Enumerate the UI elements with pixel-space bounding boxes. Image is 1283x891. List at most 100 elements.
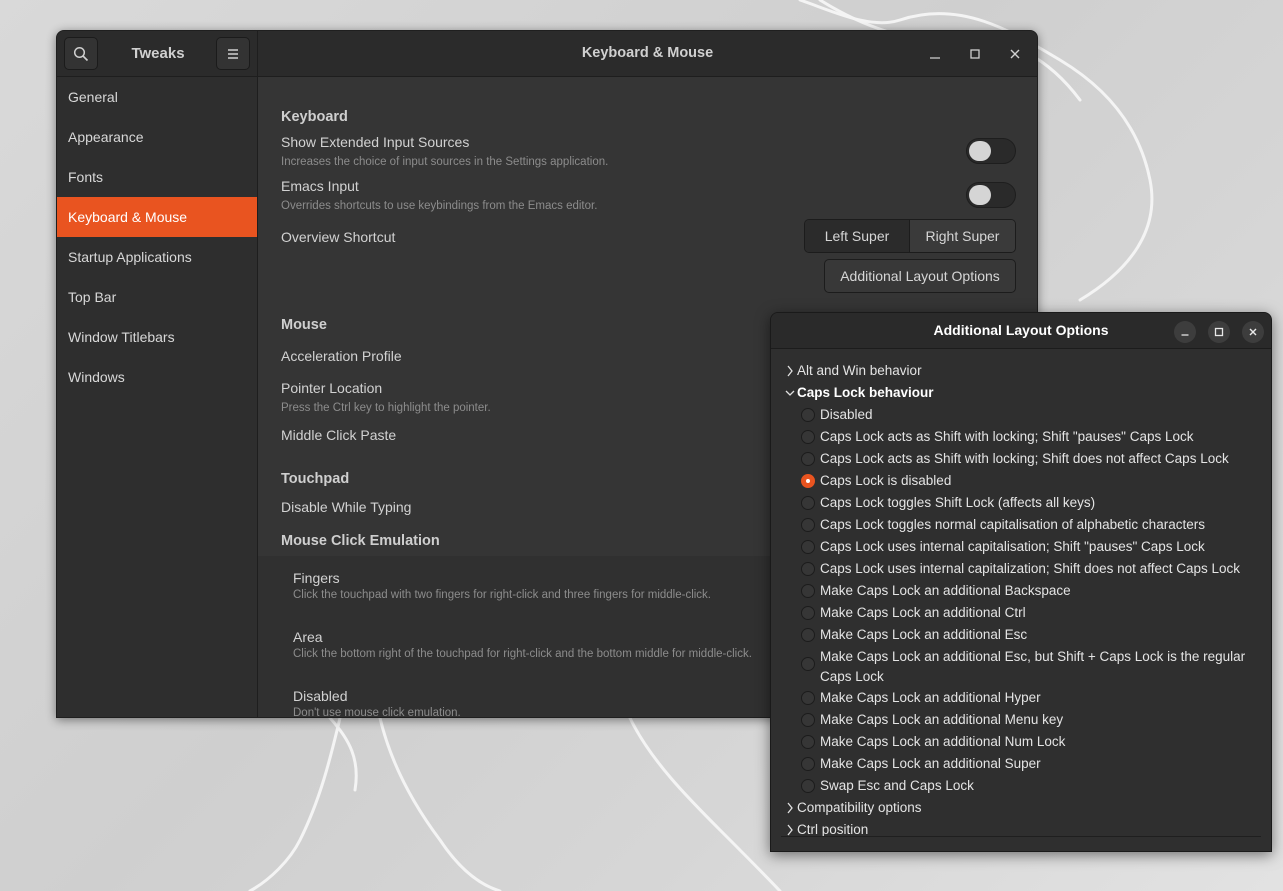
menu-button[interactable]	[216, 37, 250, 70]
sidebar-item-startup-applications[interactable]: Startup Applications	[57, 237, 257, 277]
category-ctrl-position[interactable]: Ctrl position	[771, 819, 1271, 841]
sidebar-item-keyboard-mouse[interactable]: Keyboard & Mouse	[57, 197, 257, 237]
right-super-button[interactable]: Right Super	[910, 220, 1015, 252]
caps-option[interactable]: Make Caps Lock an additional Esc, but Sh…	[771, 646, 1271, 687]
caps-option[interactable]: Make Caps Lock an additional Hyper	[771, 687, 1271, 709]
radio-button[interactable]	[801, 452, 815, 466]
close-button[interactable]	[1005, 44, 1025, 64]
category-compatibility-options[interactable]: Compatibility options	[771, 797, 1271, 819]
sidebar-item-fonts[interactable]: Fonts	[57, 157, 257, 197]
sidebar: General Appearance Fonts Keyboard & Mous…	[57, 77, 258, 717]
option-label: Caps Lock uses internal capitalisation; …	[820, 539, 1205, 554]
radio-button-selected[interactable]	[801, 474, 815, 488]
dialog-maximize-button[interactable]	[1208, 321, 1230, 343]
caps-option[interactable]: Caps Lock toggles normal capitalisation …	[771, 514, 1271, 536]
maximize-icon	[970, 49, 980, 59]
minimize-button[interactable]	[925, 44, 945, 64]
additional-layout-options-button[interactable]: Additional Layout Options	[824, 259, 1016, 293]
toggle-knob	[969, 141, 991, 161]
mouse-click-emulation-title: Mouse Click Emulation	[281, 533, 440, 549]
dialog-title: Additional Layout Options	[933, 322, 1109, 338]
category-label: Caps Lock behaviour	[797, 385, 934, 400]
option-label: Caps Lock toggles normal capitalisation …	[820, 517, 1205, 532]
option-label: Caps Lock acts as Shift with locking; Sh…	[820, 429, 1194, 444]
radio-button[interactable]	[801, 657, 815, 671]
option-label: Make Caps Lock an additional Backspace	[820, 583, 1071, 598]
additional-layout-options-dialog: Additional Layout Options Alt and Win be…	[770, 312, 1272, 852]
radio-button[interactable]	[801, 691, 815, 705]
radio-button[interactable]	[801, 496, 815, 510]
sidebar-item-window-titlebars[interactable]: Window Titlebars	[57, 317, 257, 357]
caps-option[interactable]: Swap Esc and Caps Lock	[771, 775, 1271, 797]
option-label: Caps Lock is disabled	[820, 473, 952, 488]
emulation-option-fingers[interactable]: Fingers Click the touchpad with two fing…	[293, 570, 813, 620]
caps-option[interactable]: Make Caps Lock an additional Backspace	[771, 580, 1271, 602]
extended-input-label: Show Extended Input Sources	[281, 134, 470, 150]
option-label: Caps Lock toggles Shift Lock (affects al…	[820, 495, 1096, 510]
caps-option[interactable]: Caps Lock uses internal capitalisation; …	[771, 536, 1271, 558]
emacs-input-toggle[interactable]	[966, 182, 1016, 208]
radio-button[interactable]	[801, 779, 815, 793]
acceleration-profile-label: Acceleration Profile	[281, 348, 402, 364]
option-label: Swap Esc and Caps Lock	[820, 778, 974, 793]
sidebar-headerbar: Tweaks	[57, 31, 258, 77]
emulation-option-disabled[interactable]: Disabled Don't use mouse click emulation…	[293, 688, 813, 717]
pointer-location-label: Pointer Location	[281, 380, 383, 396]
radio-button[interactable]	[801, 562, 815, 576]
extended-input-description: Increases the choice of input sources in…	[281, 156, 609, 168]
close-icon	[1010, 49, 1020, 59]
option-label: Caps Lock acts as Shift with locking; Sh…	[820, 451, 1229, 466]
option-label: Make Caps Lock an additional Menu key	[820, 712, 1064, 727]
maximize-icon	[1214, 327, 1224, 337]
search-button[interactable]	[64, 37, 98, 70]
radio-button[interactable]	[801, 735, 815, 749]
sidebar-item-top-bar[interactable]: Top Bar	[57, 277, 257, 317]
radio-button[interactable]	[801, 408, 815, 422]
category-label: Alt and Win behavior	[797, 363, 922, 378]
dialog-minimize-button[interactable]	[1174, 321, 1196, 343]
dialog-headerbar: Additional Layout Options	[771, 313, 1271, 349]
option-label: Make Caps Lock an additional Hyper	[820, 690, 1041, 705]
option-description: Click the touchpad with two fingers for …	[293, 589, 712, 601]
option-label: Make Caps Lock an additional Ctrl	[820, 605, 1026, 620]
emacs-input-description: Overrides shortcuts to use keybindings f…	[281, 200, 598, 212]
caps-option[interactable]: Caps Lock uses internal capitalization; …	[771, 558, 1271, 580]
chevron-down-icon	[785, 390, 795, 396]
radio-button[interactable]	[801, 713, 815, 727]
caps-option[interactable]: Make Caps Lock an additional Menu key	[771, 709, 1271, 731]
radio-button[interactable]	[801, 540, 815, 554]
sidebar-item-windows[interactable]: Windows	[57, 357, 257, 397]
caps-option[interactable]: Disabled	[771, 404, 1271, 426]
caps-option[interactable]: Make Caps Lock an additional Ctrl	[771, 602, 1271, 624]
touchpad-section-title: Touchpad	[281, 471, 350, 487]
sidebar-item-general[interactable]: General	[57, 77, 257, 117]
category-alt-win-behavior[interactable]: Alt and Win behavior	[771, 360, 1271, 382]
radio-button[interactable]	[801, 518, 815, 532]
dialog-close-button[interactable]	[1242, 321, 1264, 343]
emacs-input-label: Emacs Input	[281, 178, 359, 194]
caps-option[interactable]: Make Caps Lock an additional Num Lock	[771, 731, 1271, 753]
caps-option[interactable]: Make Caps Lock an additional Super	[771, 753, 1271, 775]
caps-option[interactable]: Caps Lock acts as Shift with locking; Sh…	[771, 426, 1271, 448]
category-label: Ctrl position	[797, 822, 869, 837]
radio-button[interactable]	[801, 606, 815, 620]
keyboard-section-title: Keyboard	[281, 109, 348, 125]
option-label: Disabled	[293, 688, 348, 704]
sidebar-item-appearance[interactable]: Appearance	[57, 117, 257, 157]
radio-button[interactable]	[801, 430, 815, 444]
caps-option-selected[interactable]: Caps Lock is disabled	[771, 470, 1271, 492]
radio-button[interactable]	[801, 584, 815, 598]
close-icon	[1249, 328, 1257, 336]
category-caps-lock-behaviour[interactable]: Caps Lock behaviour	[771, 382, 1271, 404]
extended-input-toggle[interactable]	[966, 138, 1016, 164]
caps-option[interactable]: Caps Lock toggles Shift Lock (affects al…	[771, 492, 1271, 514]
maximize-button[interactable]	[965, 44, 985, 64]
left-super-button[interactable]: Left Super	[805, 220, 910, 252]
emulation-option-area[interactable]: Area Click the bottom right of the touch…	[293, 629, 813, 679]
layout-options-tree: Alt and Win behavior Caps Lock behaviour…	[771, 360, 1271, 841]
radio-button[interactable]	[801, 628, 815, 642]
caps-option[interactable]: Caps Lock acts as Shift with locking; Sh…	[771, 448, 1271, 470]
toggle-knob	[969, 185, 991, 205]
radio-button[interactable]	[801, 757, 815, 771]
caps-option[interactable]: Make Caps Lock an additional Esc	[771, 624, 1271, 646]
